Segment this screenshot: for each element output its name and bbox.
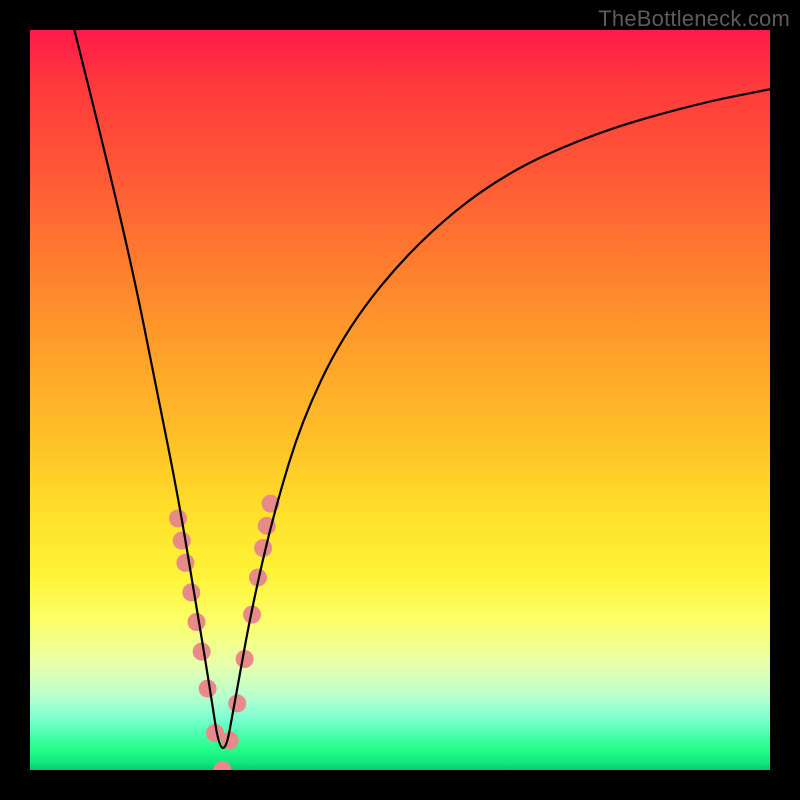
highlight-dot <box>249 569 267 587</box>
highlight-dot <box>213 761 231 770</box>
highlight-dot <box>169 509 187 527</box>
bottleneck-curve <box>74 30 770 748</box>
highlight-dot <box>221 731 239 749</box>
highlight-dot <box>188 613 206 631</box>
highlight-dot <box>176 554 194 572</box>
chart-svg <box>30 30 770 770</box>
chart-plot-area <box>30 30 770 770</box>
highlight-dot <box>228 694 246 712</box>
watermark-text: TheBottleneck.com <box>598 6 790 32</box>
highlight-dot <box>258 517 276 535</box>
highlight-dot <box>262 495 280 513</box>
highlight-dot <box>206 724 224 742</box>
highlight-dot <box>182 583 200 601</box>
highlight-markers <box>169 495 280 770</box>
highlight-dot <box>193 643 211 661</box>
highlight-dot <box>173 532 191 550</box>
highlight-dot <box>199 680 217 698</box>
highlight-dot <box>243 606 261 624</box>
highlight-dot <box>254 539 272 557</box>
highlight-dot <box>236 650 254 668</box>
